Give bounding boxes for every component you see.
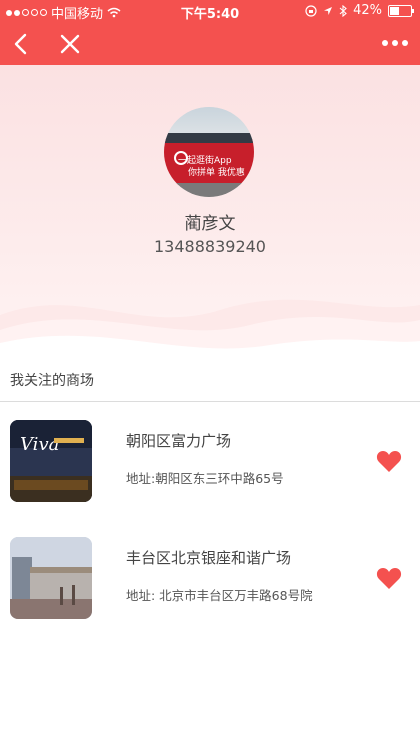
battery-percent: 42%: [353, 3, 382, 18]
favorite-button[interactable]: [376, 567, 402, 591]
favorite-button[interactable]: [376, 450, 402, 474]
orientation-lock-icon: [305, 4, 317, 17]
heart-icon: [376, 568, 402, 589]
location-icon: [324, 6, 333, 15]
mall-name: 朝阳区富力广场: [126, 432, 232, 450]
mall-sign-text: Viva: [20, 434, 59, 455]
avatar[interactable]: 一起逛街App 你拼单 我优惠: [164, 107, 254, 197]
mall-thumbnail: [10, 537, 92, 619]
divider: [0, 401, 420, 402]
section-title: 我关注的商场: [10, 373, 94, 389]
mall-item[interactable]: Viva 朝阳区富力广场 地址:朝阳区东三环中路65号: [0, 420, 420, 520]
user-name: 蔺彦文: [184, 214, 236, 234]
user-phone: 13488839240: [154, 237, 266, 256]
bluetooth-icon: [339, 4, 347, 17]
mall-name: 丰台区北京银座和谐广场: [126, 549, 292, 567]
mall-photo: Viva: [10, 420, 92, 502]
nav-bar: [0, 22, 420, 65]
mall-photo: [10, 537, 92, 619]
mall-thumbnail: Viva: [10, 420, 92, 502]
mall-address: 地址: 北京市丰台区万丰路68号院: [126, 588, 313, 603]
more-dots-icon: [382, 40, 408, 46]
avatar-ad-text-2: 你拼单 我优惠: [188, 168, 245, 178]
battery-icon: [388, 4, 414, 17]
status-right: 42%: [305, 3, 414, 18]
close-icon: [60, 34, 80, 54]
heart-icon: [376, 451, 402, 472]
wave-decoration: [0, 299, 420, 365]
back-button[interactable]: [8, 30, 36, 58]
more-button[interactable]: [380, 29, 410, 57]
close-button[interactable]: [56, 30, 84, 58]
profile-header: 一起逛街App 你拼单 我优惠 蔺彦文 13488839240: [0, 65, 420, 365]
chevron-left-icon: [14, 33, 27, 55]
status-bar: 中国移动 下午5:40 42%: [0, 0, 420, 22]
battery-fill: [390, 6, 400, 15]
mall-item[interactable]: 丰台区北京银座和谐广场 地址: 北京市丰台区万丰路68号院: [0, 537, 420, 637]
mall-address: 地址:朝阳区东三环中路65号: [126, 471, 284, 486]
